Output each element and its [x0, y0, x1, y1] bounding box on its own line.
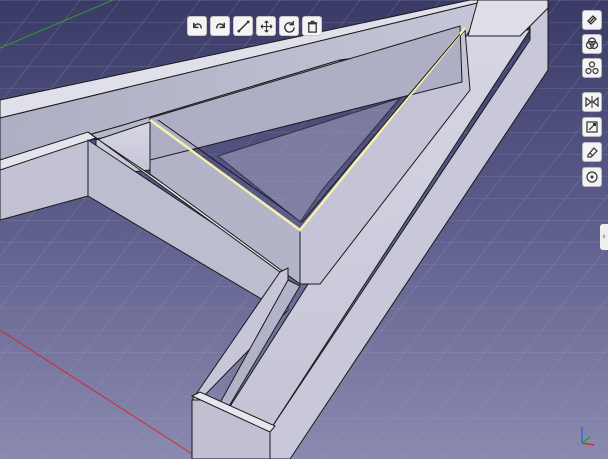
sketch-icon — [586, 121, 598, 133]
delete-button[interactable] — [302, 16, 322, 36]
move-icon — [260, 20, 272, 32]
rotate-button[interactable] — [279, 16, 299, 36]
panel-collapse-tab[interactable]: ‹ — [600, 224, 608, 250]
gizmo-x-axis — [581, 442, 595, 446]
point-button[interactable] — [582, 167, 602, 187]
pattern-button[interactable] — [582, 58, 602, 78]
measure-icon — [236, 19, 250, 33]
mirror-button[interactable] — [582, 92, 602, 112]
sketch-button[interactable] — [582, 117, 602, 137]
3d-viewport[interactable] — [0, 0, 608, 459]
redo-icon — [215, 22, 225, 28]
undo-button[interactable] — [187, 16, 207, 36]
nav-toolbar — [582, 10, 602, 78]
move-button[interactable] — [256, 16, 276, 36]
view-toolbar — [187, 16, 322, 38]
gizmo-y-axis — [581, 436, 591, 444]
pattern-icon — [585, 61, 599, 75]
delete-icon — [307, 20, 317, 33]
rotate-icon — [283, 20, 295, 33]
cube-face-icon — [587, 15, 597, 25]
measure-button[interactable] — [233, 16, 253, 36]
eraser-icon — [587, 147, 598, 158]
cube-face-button[interactable] — [582, 10, 602, 30]
boolean-button[interactable] — [582, 34, 602, 54]
mirror-icon — [585, 96, 599, 108]
boolean-icon — [585, 37, 599, 50]
undo-icon — [192, 22, 202, 28]
redo-button[interactable] — [210, 16, 230, 36]
right-toolbar — [582, 92, 602, 187]
axis-gizmo — [581, 427, 595, 446]
point-icon — [586, 171, 598, 183]
eraser-button[interactable] — [582, 142, 602, 162]
